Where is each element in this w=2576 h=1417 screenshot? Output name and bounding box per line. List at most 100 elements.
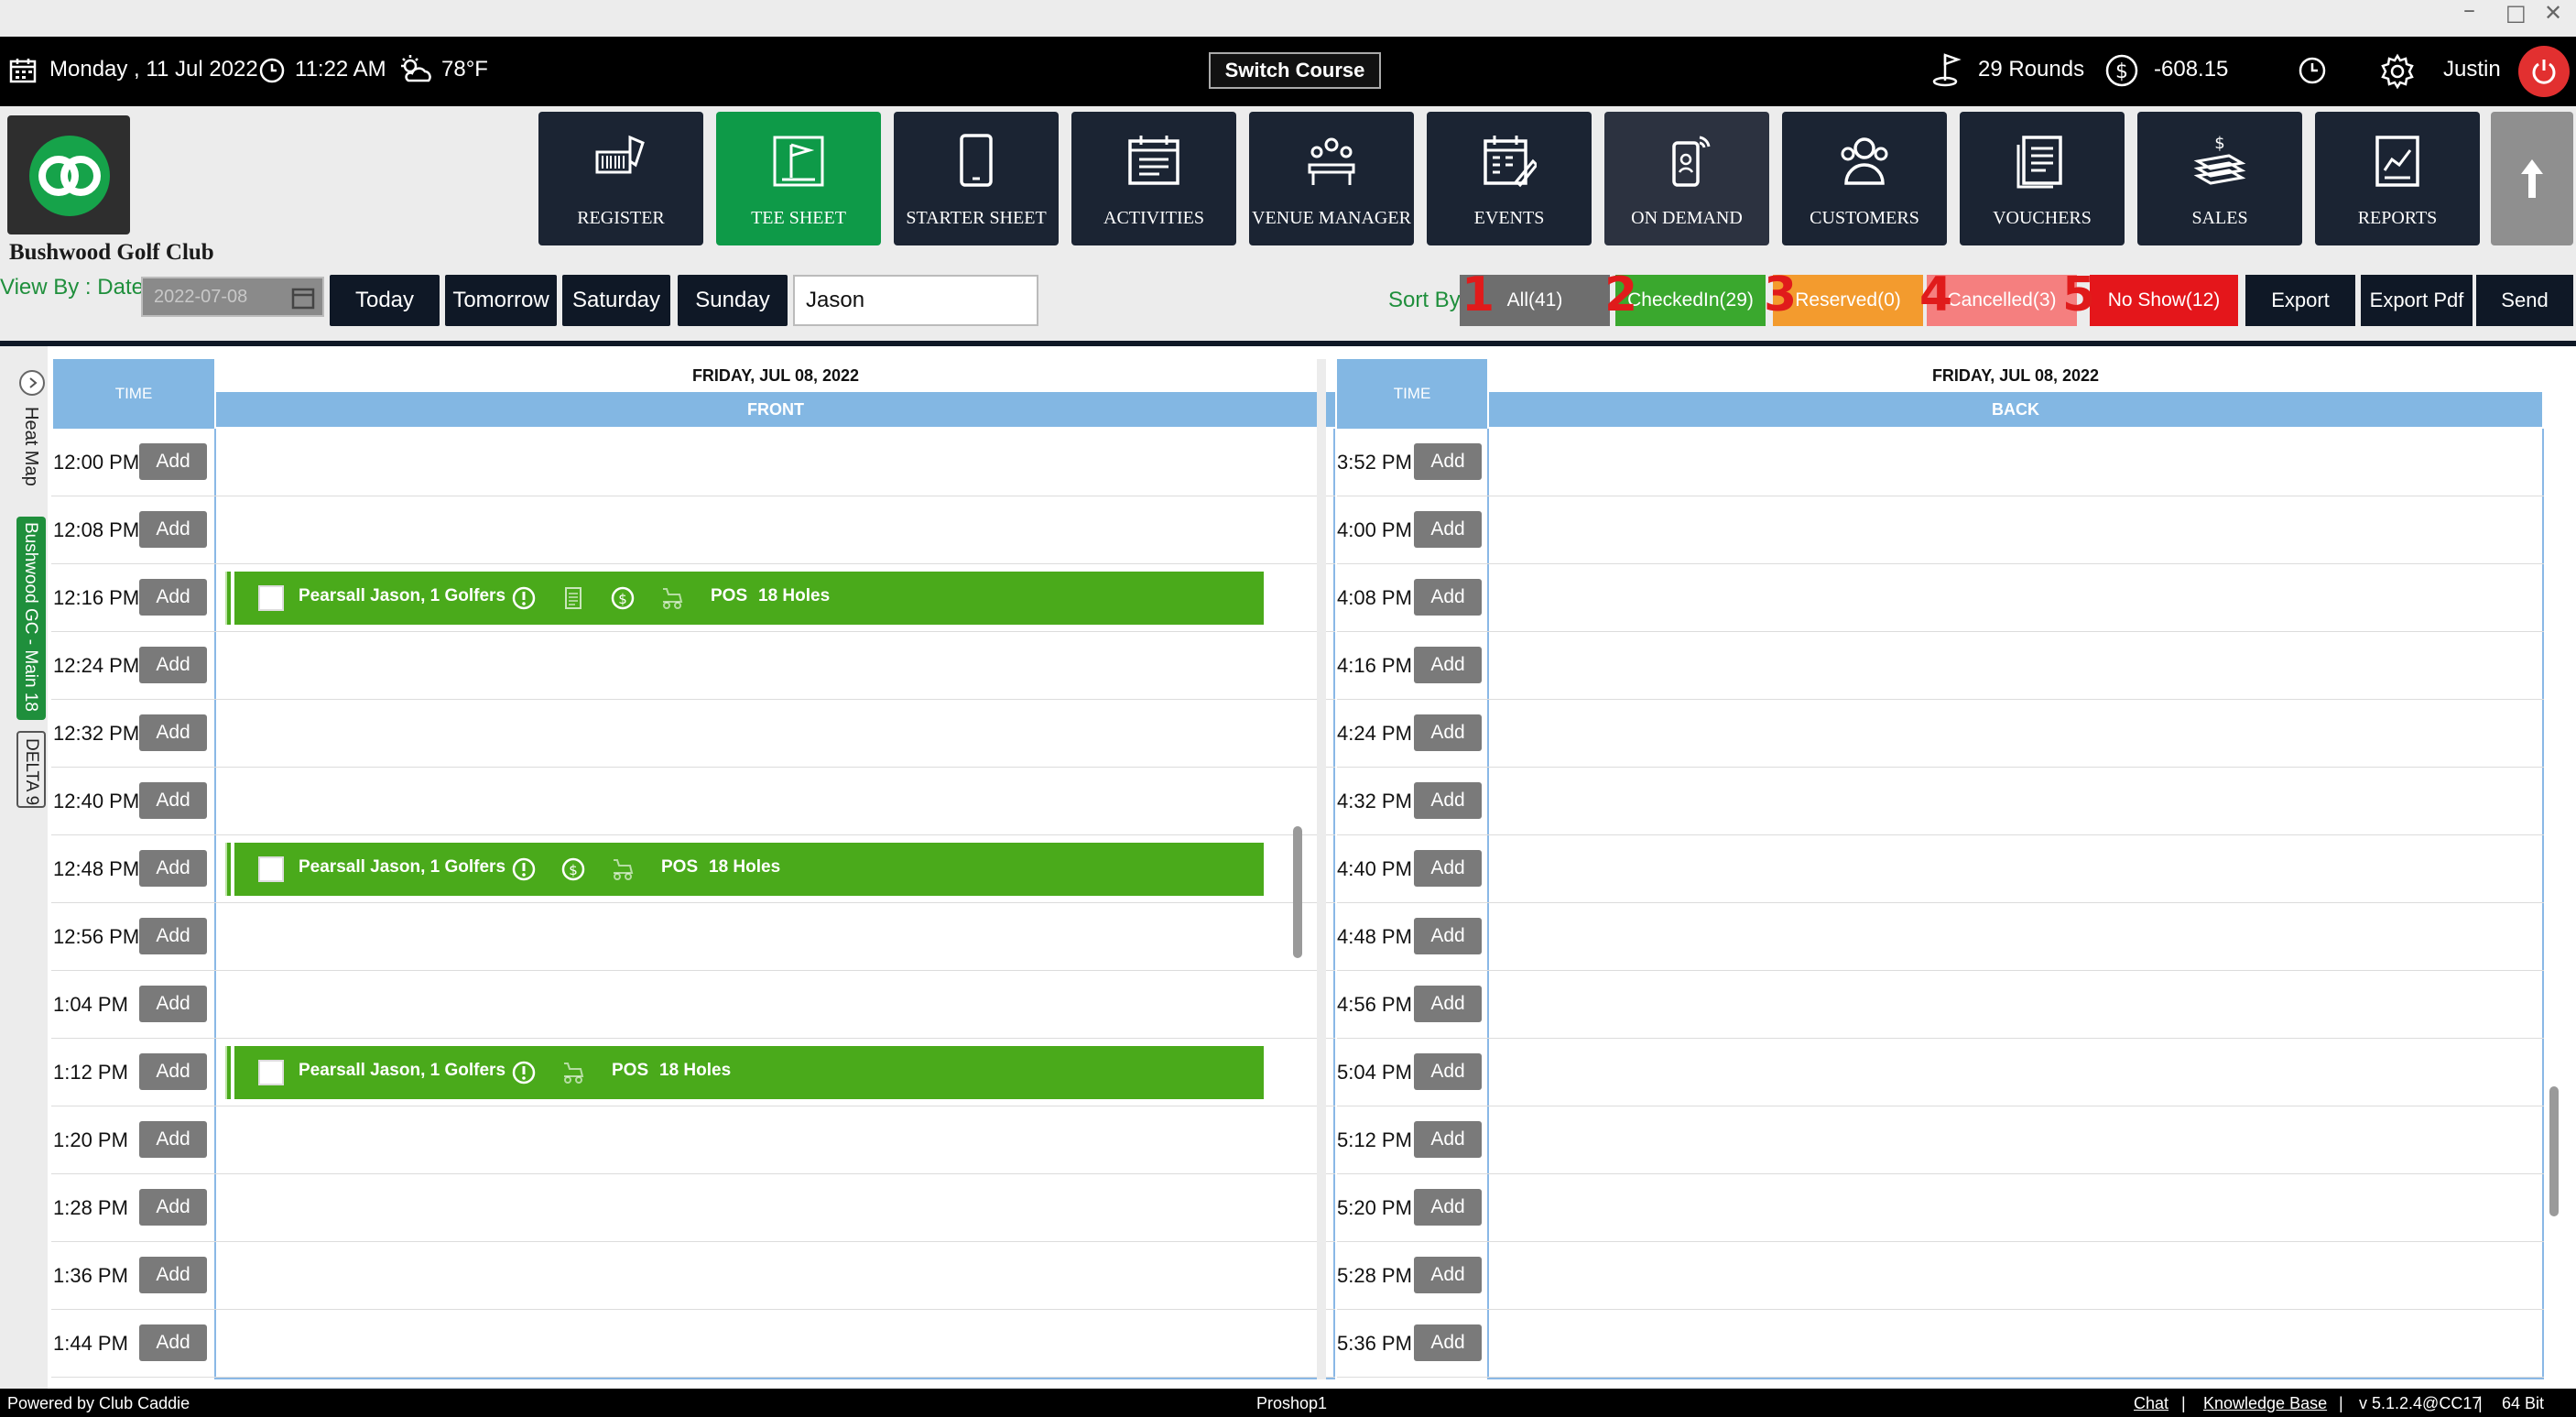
booking-card[interactable]: Pearsall Jason, 1 Golfers POS 18 Holes: [225, 1046, 1264, 1099]
calendar-picker-icon[interactable]: [291, 286, 315, 310]
expand-sidebar-button[interactable]: [19, 370, 45, 396]
minimize-button[interactable]: –: [2463, 0, 2475, 24]
booking-golfer-name[interactable]: Pearsall Jason, 1 Golfers: [299, 1061, 505, 1081]
switch-course-button[interactable]: Switch Course: [1209, 52, 1381, 89]
add-booking-button[interactable]: Add: [1414, 579, 1482, 616]
golf-cart-icon[interactable]: [659, 585, 685, 611]
tee-time-row[interactable]: 4:32 PM Add: [1337, 768, 2544, 835]
add-booking-button[interactable]: Add: [1414, 1053, 1482, 1090]
add-booking-button[interactable]: Add: [139, 850, 207, 887]
tee-time-row[interactable]: 1:36 PM Add: [51, 1242, 1335, 1310]
nav-activities[interactable]: ACTIVITIES: [1071, 112, 1236, 245]
nav-starter-sheet[interactable]: STARTER SHEET: [894, 112, 1059, 245]
add-booking-button[interactable]: Add: [1414, 918, 1482, 954]
add-booking-button[interactable]: Add: [139, 1324, 207, 1361]
course-tab-main-18[interactable]: Bushwood GC - Main 18: [16, 517, 46, 720]
tee-time-row[interactable]: 4:24 PM Add: [1337, 700, 2544, 768]
day-button-tomorrow[interactable]: Tomorrow: [445, 275, 557, 326]
add-booking-button[interactable]: Add: [139, 1257, 207, 1293]
add-booking-button[interactable]: Add: [1414, 986, 1482, 1022]
alert-icon[interactable]: [511, 585, 537, 611]
tee-time-row[interactable]: 4:56 PM Add: [1337, 971, 2544, 1039]
nav-register[interactable]: REGISTER: [538, 112, 703, 245]
maximize-button[interactable]: □: [2505, 0, 2527, 26]
dollar-icon[interactable]: $: [610, 585, 636, 611]
export-pdf-button[interactable]: Export Pdf: [2361, 275, 2473, 326]
day-button-saturday[interactable]: Saturday: [562, 275, 670, 326]
day-button-sunday[interactable]: Sunday: [678, 275, 788, 326]
tee-time-row[interactable]: 12:08 PM Add: [51, 496, 1335, 564]
booking-golfer-name[interactable]: Pearsall Jason, 1 Golfers: [299, 586, 505, 606]
dollar-icon[interactable]: $: [560, 856, 586, 882]
nav-sales[interactable]: $ SALES: [2137, 112, 2302, 245]
add-booking-button[interactable]: Add: [1414, 1121, 1482, 1158]
add-booking-button[interactable]: Add: [139, 579, 207, 616]
nav-tee-sheet[interactable]: TEE SHEET: [716, 112, 881, 245]
add-booking-button[interactable]: Add: [1414, 850, 1482, 887]
course-tab-delta-9[interactable]: DELTA 9: [16, 731, 46, 808]
scroll-up-button[interactable]: [2491, 112, 2573, 245]
tee-time-row[interactable]: 5:12 PM Add: [1337, 1106, 2544, 1174]
date-picker-input[interactable]: 2022-07-08: [141, 277, 324, 317]
add-booking-button[interactable]: Add: [139, 1189, 207, 1226]
tee-time-row[interactable]: 4:40 PM Add: [1337, 835, 2544, 903]
tee-time-row[interactable]: 12:32 PM Add: [51, 700, 1335, 768]
booking-checkbox[interactable]: [258, 585, 284, 611]
booking-card[interactable]: Pearsall Jason, 1 Golfers $ POS 18 Holes: [225, 572, 1264, 625]
tee-time-row[interactable]: 12:56 PM Add: [51, 903, 1335, 971]
tee-time-row[interactable]: 5:20 PM Add: [1337, 1174, 2544, 1242]
booking-card[interactable]: Pearsall Jason, 1 Golfers $ POS 18 Holes: [225, 843, 1264, 896]
export-excel-button[interactable]: Export Excel: [2245, 275, 2355, 363]
add-booking-button[interactable]: Add: [139, 1121, 207, 1158]
add-booking-button[interactable]: Add: [139, 714, 207, 751]
add-booking-button[interactable]: Add: [1414, 1189, 1482, 1226]
add-booking-button[interactable]: Add: [139, 782, 207, 819]
tee-time-row[interactable]: 5:28 PM Add: [1337, 1242, 2544, 1310]
add-booking-button[interactable]: Add: [1414, 714, 1482, 751]
add-booking-button[interactable]: Add: [139, 1053, 207, 1090]
tee-time-row[interactable]: 1:44 PM Add: [51, 1310, 1335, 1378]
booking-golfer-name[interactable]: Pearsall Jason, 1 Golfers: [299, 857, 505, 877]
tee-time-row[interactable]: 4:00 PM Add: [1337, 496, 2544, 564]
nav-on-demand[interactable]: ON DEMAND: [1604, 112, 1769, 245]
chat-link[interactable]: Chat: [2134, 1394, 2168, 1413]
golf-cart-icon[interactable]: [560, 1060, 586, 1085]
tee-time-row[interactable]: 4:48 PM Add: [1337, 903, 2544, 971]
add-booking-button[interactable]: Add: [139, 986, 207, 1022]
tee-time-row[interactable]: 5:04 PM Add: [1337, 1039, 2544, 1106]
front-scrollbar[interactable]: [1293, 826, 1302, 958]
close-button[interactable]: ✕: [2544, 0, 2562, 26]
tee-time-row[interactable]: 1:04 PM Add: [51, 971, 1335, 1039]
day-button-today[interactable]: Today: [330, 275, 440, 326]
add-booking-button[interactable]: Add: [1414, 647, 1482, 683]
heat-map-tab[interactable]: Heat Map: [20, 407, 41, 486]
add-booking-button[interactable]: Add: [139, 511, 207, 548]
tee-time-row[interactable]: 1:20 PM Add: [51, 1106, 1335, 1174]
alert-icon[interactable]: [511, 1060, 537, 1085]
tee-time-row[interactable]: 4:16 PM Add: [1337, 632, 2544, 700]
sort-button-no-show[interactable]: No Show(12): [2090, 275, 2238, 326]
notes-icon[interactable]: [560, 585, 586, 611]
power-button[interactable]: [2518, 46, 2570, 97]
tee-time-row[interactable]: 1:28 PM Add: [51, 1174, 1335, 1242]
nav-reports[interactable]: REPORTS: [2315, 112, 2480, 245]
add-booking-button[interactable]: Add: [1414, 1257, 1482, 1293]
add-booking-button[interactable]: Add: [1414, 1324, 1482, 1361]
tee-time-row[interactable]: 12:00 PM Add: [51, 429, 1335, 496]
tee-time-row[interactable]: 12:40 PM Add: [51, 768, 1335, 835]
user-name[interactable]: Justin: [2443, 57, 2501, 82]
tee-time-row[interactable]: 3:52 PM Add: [1337, 429, 2544, 496]
booking-checkbox[interactable]: [258, 856, 284, 882]
add-booking-button[interactable]: Add: [1414, 511, 1482, 548]
booking-checkbox[interactable]: [258, 1060, 284, 1085]
nav-customers[interactable]: CUSTOMERS: [1782, 112, 1947, 245]
settings-gear-icon[interactable]: [2379, 53, 2416, 90]
golf-cart-icon[interactable]: [610, 856, 636, 882]
add-booking-button[interactable]: Add: [1414, 782, 1482, 819]
sort-button-checkedin[interactable]: CheckedIn(29): [1615, 275, 1766, 326]
add-booking-button[interactable]: Add: [139, 443, 207, 480]
nav-events[interactable]: EVENTS: [1427, 112, 1592, 245]
add-booking-button[interactable]: Add: [139, 918, 207, 954]
back-scrollbar[interactable]: [2549, 1086, 2559, 1216]
tee-time-row[interactable]: 4:08 PM Add: [1337, 564, 2544, 632]
